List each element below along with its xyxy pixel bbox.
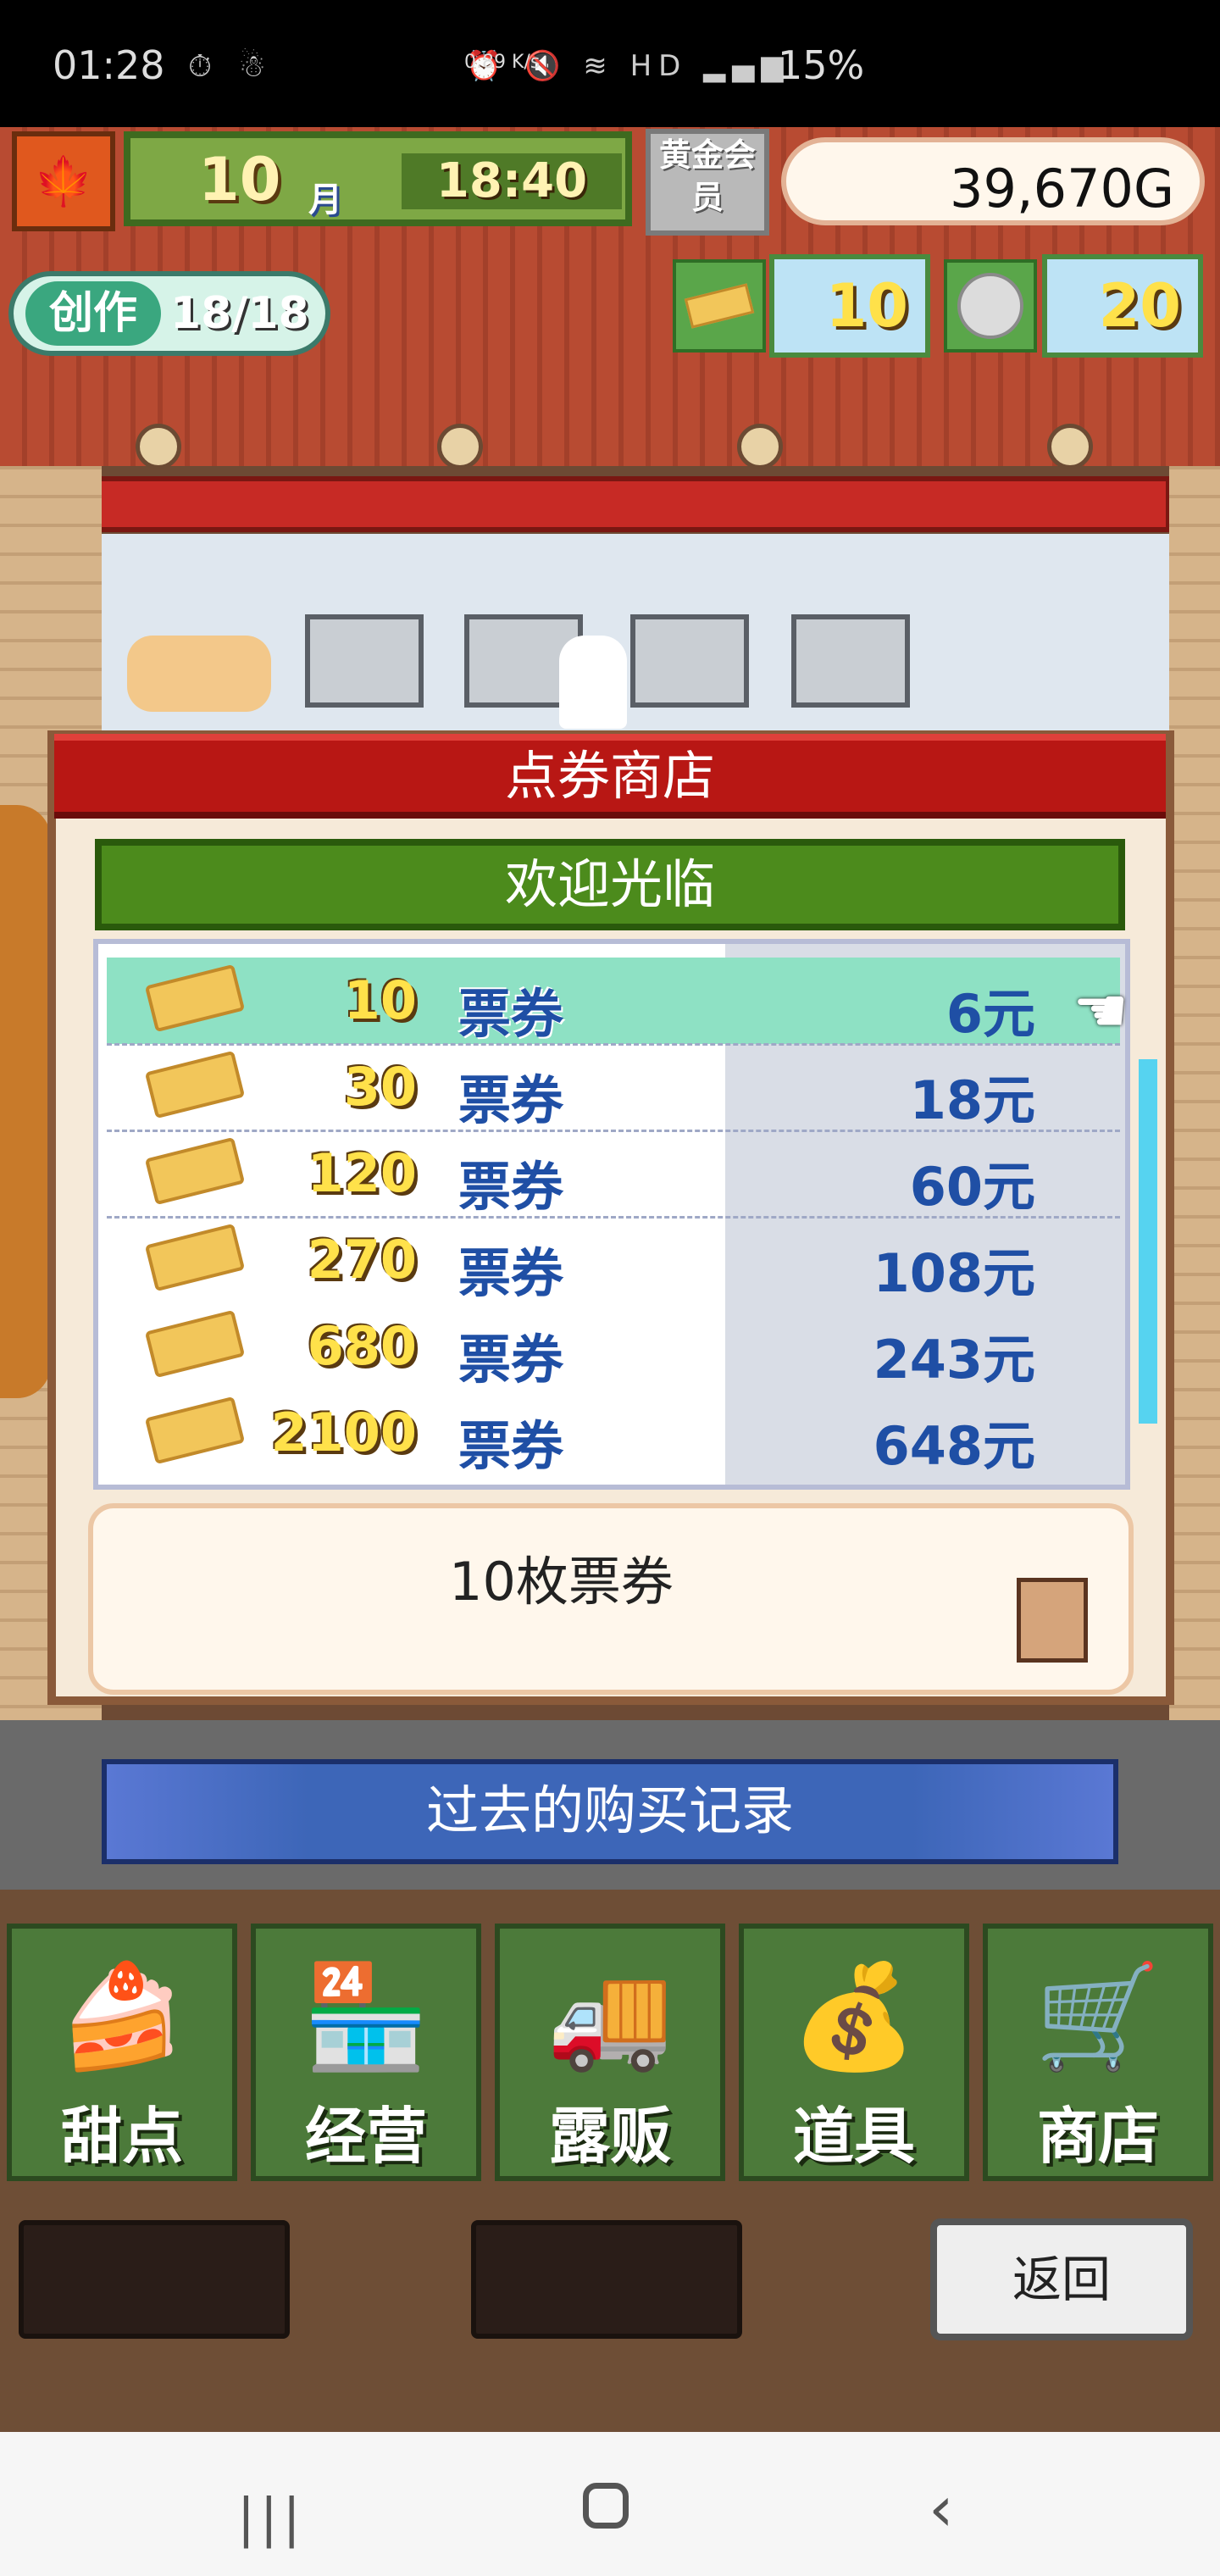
month-value: 10: [198, 145, 281, 214]
bread-display: [127, 636, 271, 712]
ticket-row[interactable]: 680 票券 243元: [107, 1303, 1120, 1391]
ticket-row[interactable]: 270 票券 108元: [107, 1217, 1120, 1304]
home-icon[interactable]: [583, 2483, 629, 2529]
purchase-history-button[interactable]: 过去的购买记录: [102, 1759, 1118, 1864]
status-bar: 01:28 ⏱ ☃ ⏰ 🔇 ≋ HD ▂▄▆ 0.89 K/s 15%: [0, 0, 1220, 127]
ticket-icon: [144, 1050, 246, 1119]
dialog-title: 点券商店: [54, 734, 1166, 819]
item-description-box: 10枚票券: [88, 1503, 1134, 1695]
item-description: 10枚票券: [449, 1551, 674, 1613]
lamp-icon: [437, 424, 483, 469]
create-label: 创作: [25, 281, 161, 346]
net-speed: 0.89 K/s: [464, 52, 541, 73]
menu-store-button[interactable]: 🛒 商店: [983, 1924, 1213, 2181]
back-nav-icon[interactable]: ‹: [929, 2473, 954, 2545]
list-scrollbar[interactable]: [1139, 1059, 1157, 1424]
menu-label: 甜点: [60, 2101, 183, 2172]
gold-member-badge[interactable]: 黄金会员: [646, 129, 769, 236]
ticket-row[interactable]: 10 票券 6元: [107, 958, 1120, 1046]
menu-label: 经营: [304, 2101, 427, 2172]
wall-right: [1169, 466, 1220, 1890]
money-display: 39,670G: [781, 137, 1205, 225]
month-unit: 月: [308, 180, 342, 219]
lamp-icon: [136, 424, 181, 469]
ticket-icon: [144, 1223, 246, 1292]
ticket-unit: 票券: [458, 983, 564, 1045]
ticket-qty: 30: [343, 1056, 417, 1118]
welcome-banner: 欢迎光临: [95, 839, 1125, 930]
shop-icon: 🏪: [302, 1958, 430, 2076]
chef-character: [559, 636, 627, 729]
ticket-unit: 票券: [458, 1156, 564, 1218]
cake-icon: 🍰: [58, 1958, 186, 2076]
coin-counter: 20: [1042, 254, 1203, 358]
ticket-price: 243元: [873, 1329, 1035, 1391]
ticket-price: 648元: [873, 1415, 1035, 1477]
menu-label: 商店: [1036, 2101, 1159, 2172]
menu-dessert-button[interactable]: 🍰 甜点: [7, 1924, 237, 2181]
bag-mascot-icon: [1017, 1578, 1088, 1663]
ticket-qty: 270: [307, 1229, 417, 1291]
menu-items-button[interactable]: 💰 道具: [739, 1924, 969, 2181]
menu-stall-button[interactable]: 🚚 露贩: [495, 1924, 725, 2181]
ticket-icon: [144, 1396, 246, 1465]
ticket-unit: 票券: [458, 1329, 564, 1391]
create-counter: 创作 18/18: [8, 271, 330, 356]
ticket-row[interactable]: 120 票券 60元: [107, 1130, 1120, 1219]
status-time: 01:28: [53, 42, 165, 88]
ticket-counter: 10: [769, 254, 930, 358]
oven: [630, 614, 749, 708]
oven: [305, 614, 424, 708]
ticket-price: 6元: [946, 983, 1035, 1045]
lamp-icon: [1047, 424, 1093, 469]
ticket-unit: 票券: [458, 1415, 564, 1477]
ticket-count: 10: [825, 271, 908, 341]
ticket-price: 108元: [873, 1242, 1035, 1304]
food-truck-icon: 🚚: [546, 1958, 674, 2076]
hand-pointer-icon: ☚: [1073, 974, 1129, 1047]
ticket-icon: [144, 1136, 246, 1206]
ticket-row[interactable]: 2100 票券 648元: [107, 1390, 1120, 1477]
date-panel: 10 月 18:40: [124, 131, 632, 226]
empty-slot: [19, 2220, 290, 2339]
ticket-unit: 票券: [458, 1242, 564, 1304]
lamp-icon: [737, 424, 783, 469]
ticket-icon: [144, 1309, 246, 1379]
money-value: 39,670G: [950, 158, 1174, 219]
clock: 18:40: [402, 153, 622, 209]
status-icons-left: ⏱ ☃: [188, 49, 274, 84]
ticket-qty: 2100: [270, 1402, 417, 1463]
menu-label: 道具: [792, 2101, 915, 2172]
shopping-cart-icon: 🛒: [1034, 1958, 1162, 2076]
item-bag-icon: 💰: [790, 1958, 918, 2076]
autumn-tree: [0, 805, 51, 1398]
ticket-qty: 120: [307, 1142, 417, 1204]
battery-level: 15%: [778, 42, 865, 88]
ticket-qty: 680: [307, 1315, 417, 1377]
ticket-row[interactable]: 30 票券 18元: [107, 1044, 1120, 1132]
oven: [791, 614, 910, 708]
menu-label: 露贩: [548, 2101, 671, 2172]
ticket-unit: 票券: [458, 1069, 564, 1131]
coin-icon: [944, 259, 1037, 353]
shop-awning: [47, 476, 1171, 532]
maple-leaf-icon: 🍁: [12, 131, 115, 231]
ticket-icon: [673, 259, 766, 353]
back-button[interactable]: 返回: [930, 2218, 1193, 2340]
ticket-list: 10 票券 6元 30 票券 18元 120 票券 60元 270 票券 108…: [93, 939, 1130, 1490]
menu-manage-button[interactable]: 🏪 经营: [251, 1924, 481, 2181]
ticket-price: 60元: [909, 1156, 1035, 1218]
ticket-qty: 10: [343, 969, 417, 1031]
coin-count: 20: [1098, 271, 1181, 341]
create-value: 18/18: [170, 288, 309, 339]
ticket-price: 18元: [909, 1069, 1035, 1131]
ticket-icon: [144, 963, 246, 1033]
empty-slot: [471, 2220, 742, 2339]
recents-icon[interactable]: |||: [237, 2487, 306, 2549]
